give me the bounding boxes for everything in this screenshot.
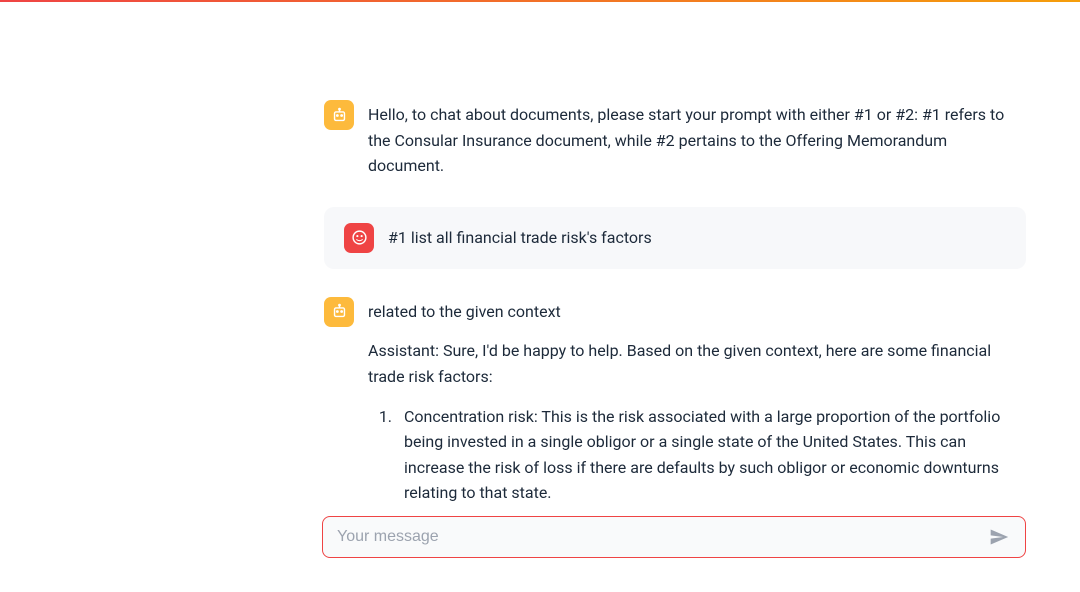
list-item: Concentration risk: This is the risk ass… (396, 404, 1026, 502)
send-button[interactable] (987, 525, 1011, 549)
greeting-text: Hello, to chat about documents, please s… (368, 105, 1004, 175)
message-bot-greeting: Hello, to chat about documents, please s… (324, 100, 1026, 179)
message-bot-response: related to the given context Assistant: … (324, 297, 1026, 502)
response-list: Concentration risk: This is the risk ass… (368, 404, 1026, 502)
message-text: Hello, to chat about documents, please s… (368, 100, 1026, 179)
message-text: related to the given context Assistant: … (368, 297, 1026, 502)
bot-icon (331, 107, 348, 124)
user-icon (351, 229, 368, 246)
item-title: Concentration risk: (404, 407, 538, 426)
response-intro: related to the given context (368, 299, 1026, 325)
top-accent-bar (0, 0, 1080, 2)
message-text: #1 list all financial trade risk's facto… (388, 223, 1006, 251)
response-lead: Assistant: Sure, I'd be happy to help. B… (368, 338, 1026, 389)
bot-avatar (324, 297, 354, 327)
message-input-bar[interactable] (322, 516, 1026, 558)
user-query-text: #1 list all financial trade risk's facto… (388, 228, 652, 247)
message-user-query: #1 list all financial trade risk's facto… (324, 207, 1026, 269)
bot-avatar (324, 100, 354, 130)
chat-messages: Hello, to chat about documents, please s… (324, 100, 1026, 502)
message-input[interactable] (337, 528, 987, 546)
user-avatar (344, 223, 374, 253)
send-icon (989, 527, 1009, 547)
bot-icon (331, 303, 348, 320)
